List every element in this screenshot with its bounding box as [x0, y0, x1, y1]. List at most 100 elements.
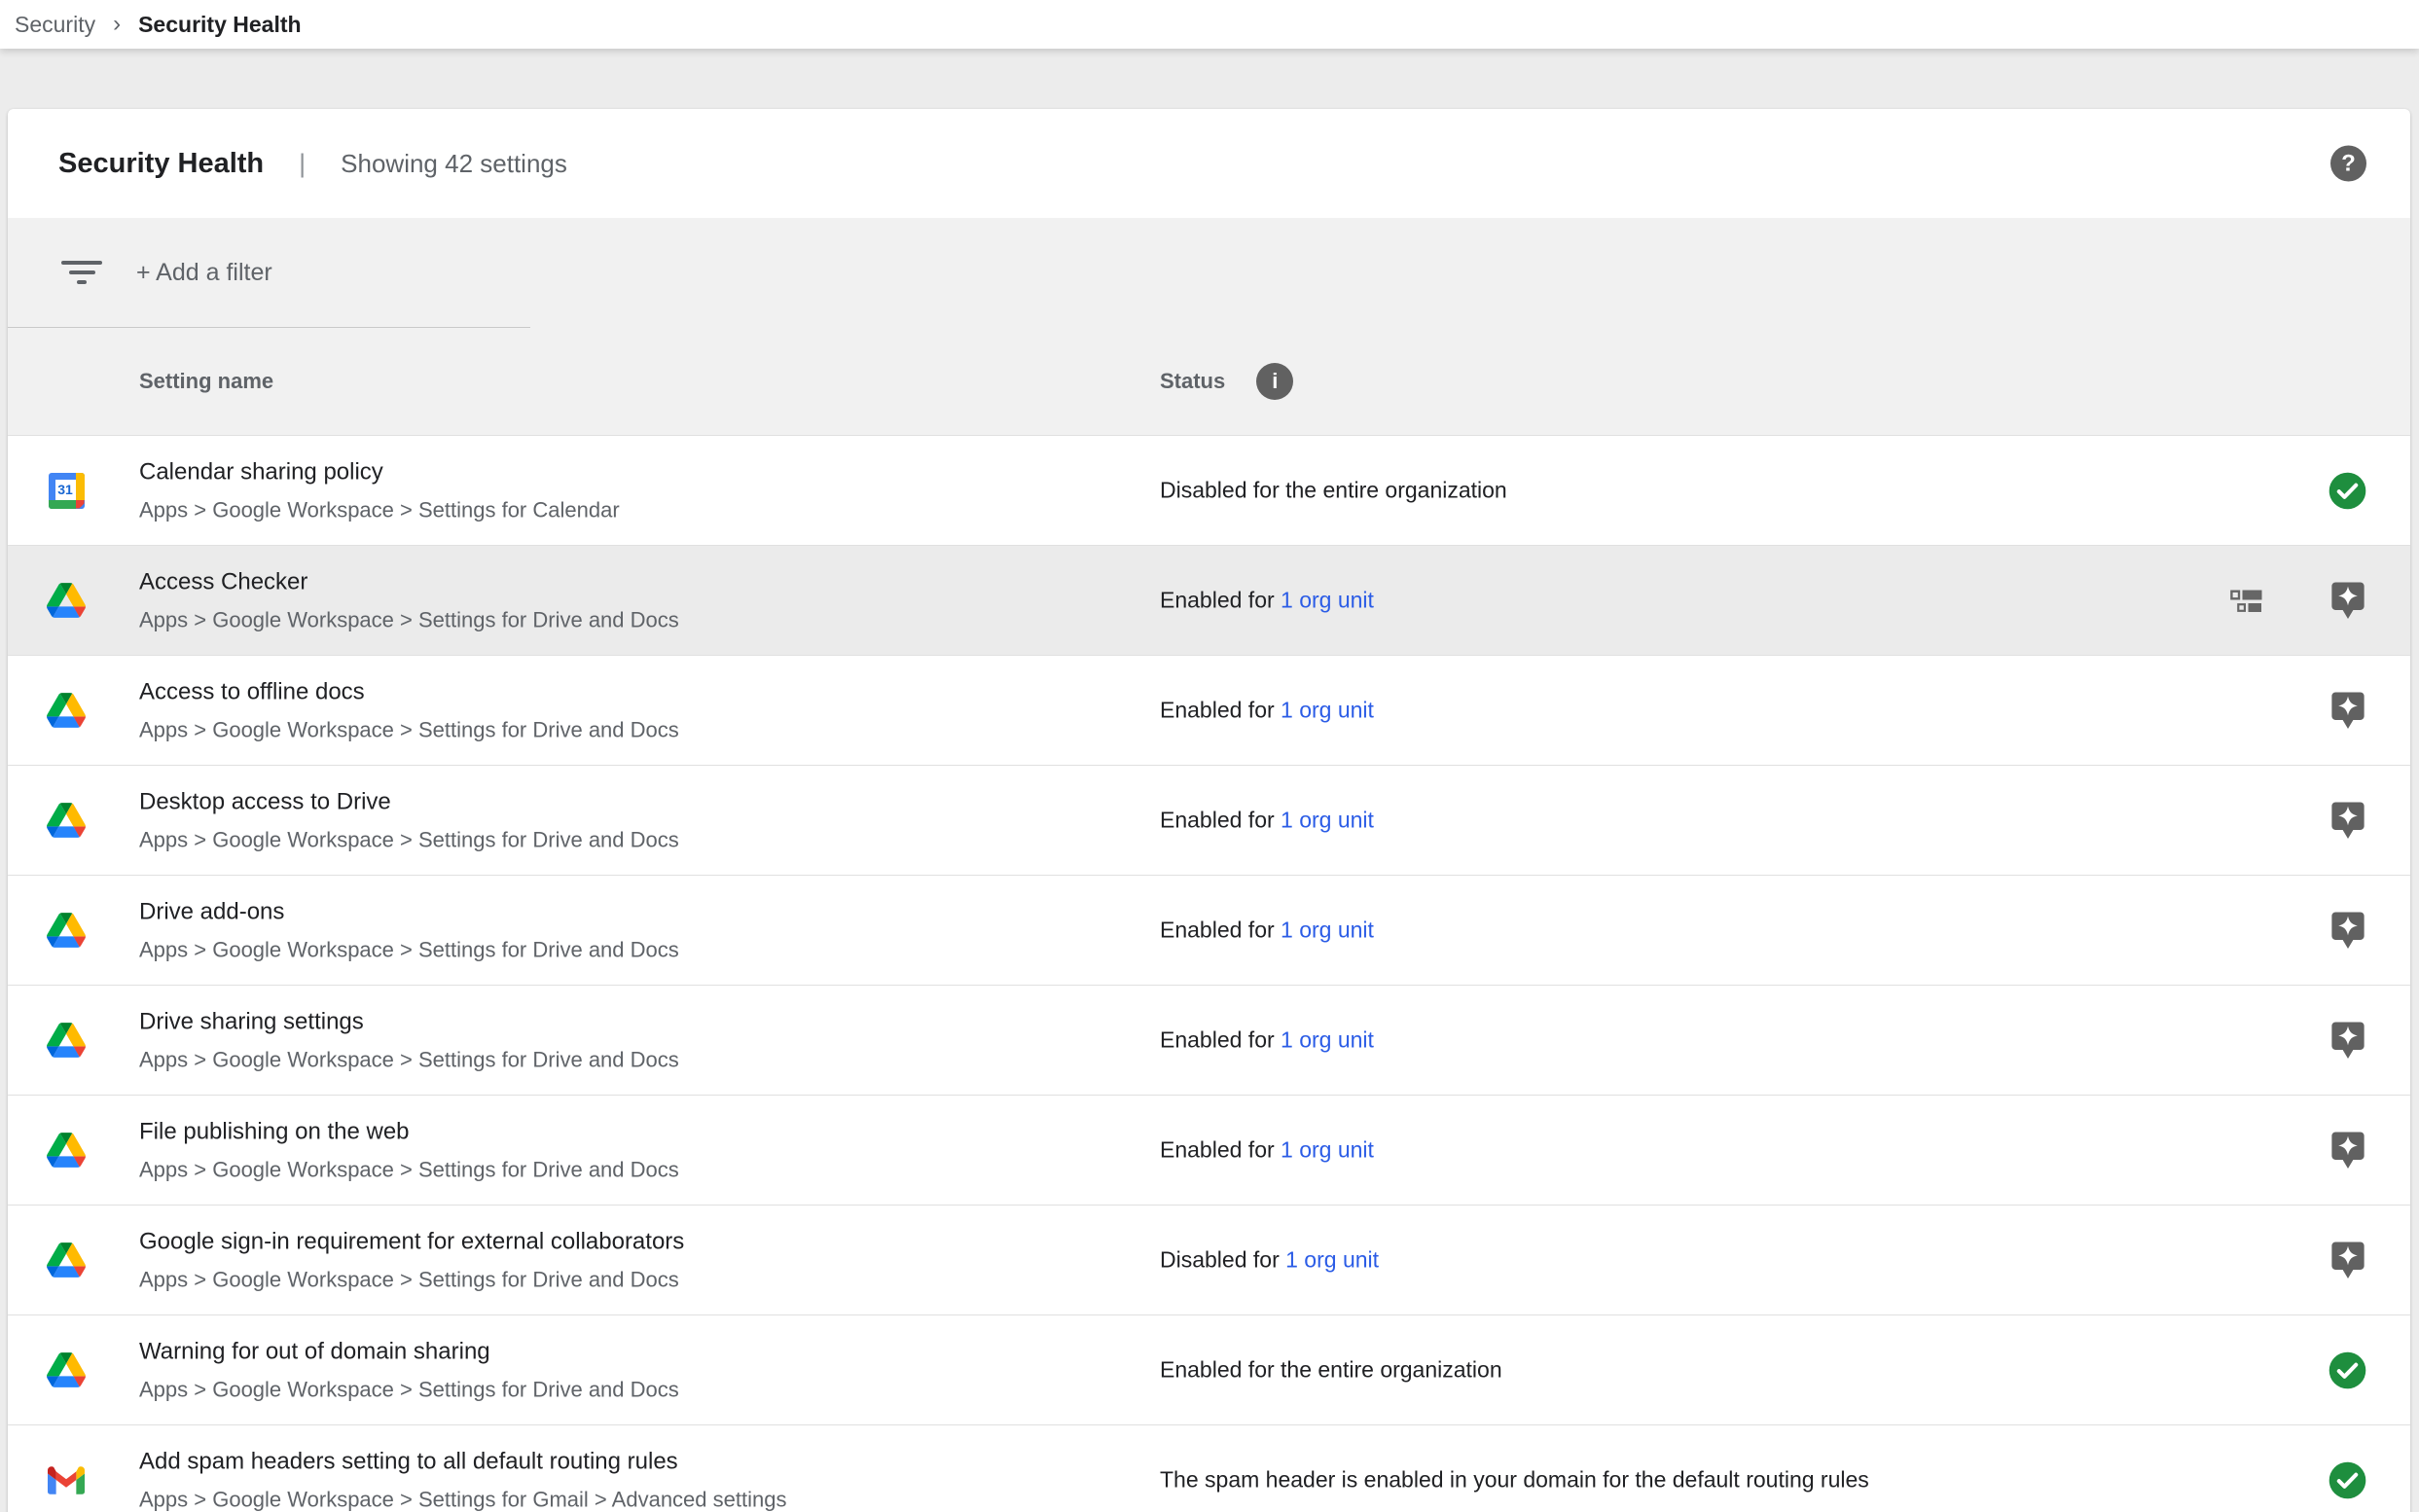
- table-row[interactable]: 31 Calendar sharing policy Apps > Google…: [8, 435, 2410, 545]
- setting-name: Add spam headers setting to all default …: [139, 1448, 786, 1477]
- status-cell: Disabled for 1 org unit: [1160, 1247, 1379, 1274]
- drive-icon: [47, 1352, 86, 1387]
- table-row[interactable]: 31 Add spam headers setting to all defau…: [8, 1424, 2410, 1512]
- settings-list: 31 Calendar sharing policy Apps > Google…: [8, 435, 2410, 1512]
- status-cell: Enabled for 1 org unit: [1160, 808, 1374, 834]
- breadcrumb-chevron-icon: ›: [113, 11, 121, 38]
- drive-icon: [47, 1023, 86, 1058]
- add-filter-button[interactable]: + Add a filter: [136, 259, 272, 287]
- status-text: Disabled for: [1160, 1247, 1285, 1273]
- org-unit-scope-icon: [2229, 588, 2262, 614]
- drive-icon: [47, 803, 86, 838]
- setting-name: Drive add-ons: [139, 898, 679, 927]
- column-setting-name: Setting name: [139, 369, 273, 394]
- org-unit-link[interactable]: 1 org unit: [1281, 808, 1374, 833]
- table-row[interactable]: 31 Drive add-ons Apps > Google Workspace…: [8, 875, 2410, 985]
- status-cell: Enabled for 1 org unit: [1160, 698, 1374, 724]
- app-icon: 31: [47, 801, 86, 840]
- table-row[interactable]: 31 Google sign-in requirement for extern…: [8, 1205, 2410, 1314]
- page-title: Security Health: [58, 148, 264, 180]
- status-cell: Enabled for the entire organization: [1160, 1357, 1502, 1384]
- setting-path: Apps > Google Workspace > Settings for D…: [139, 1268, 684, 1293]
- table-row[interactable]: 31 Drive sharing settings Apps > Google …: [8, 985, 2410, 1095]
- setting-path: Apps > Google Workspace > Settings for D…: [139, 938, 679, 963]
- status-cell: Enabled for 1 org unit: [1160, 918, 1374, 944]
- status-ok-icon: [2328, 469, 2367, 512]
- drive-icon: [47, 1133, 86, 1168]
- title-separator: |: [299, 149, 306, 179]
- table-row[interactable]: 31 Access Checker Apps > Google Workspac…: [8, 545, 2410, 655]
- filter-icon[interactable]: [61, 261, 102, 286]
- setting-name: Access to offline docs: [139, 678, 679, 707]
- org-unit-link[interactable]: 1 org unit: [1281, 1027, 1374, 1053]
- drive-icon: [47, 693, 86, 728]
- app-icon: 31: [47, 471, 86, 510]
- org-unit-link[interactable]: 1 org unit: [1285, 1247, 1379, 1273]
- org-unit-link[interactable]: 1 org unit: [1281, 588, 1374, 613]
- setting-name: Access Checker: [139, 568, 679, 597]
- table-row[interactable]: 31 Access to offline docs Apps > Google …: [8, 655, 2410, 765]
- drive-icon: [47, 1242, 86, 1278]
- status-text: Enabled for: [1160, 808, 1281, 833]
- recommendation-badge-icon[interactable]: [2328, 909, 2367, 952]
- help-icon[interactable]: ?: [2330, 146, 2366, 182]
- org-unit-link[interactable]: 1 org unit: [1281, 1137, 1374, 1163]
- app-icon: 31: [47, 581, 86, 620]
- setting-path: Apps > Google Workspace > Settings for D…: [139, 1158, 679, 1183]
- table-header: Setting name Status i: [8, 328, 2410, 435]
- setting-path: Apps > Google Workspace > Settings for D…: [139, 608, 679, 633]
- status-text: Enabled for: [1160, 918, 1281, 943]
- status-cell: The spam header is enabled in your domai…: [1160, 1467, 1869, 1494]
- status-text: Enabled for: [1160, 1137, 1281, 1163]
- setting-path: Apps > Google Workspace > Settings for D…: [139, 718, 679, 743]
- setting-path: Apps > Google Workspace > Settings for D…: [139, 1378, 679, 1403]
- recommendation-badge-icon[interactable]: [2328, 1129, 2367, 1171]
- status-cell: Enabled for 1 org unit: [1160, 1027, 1374, 1054]
- setting-path: Apps > Google Workspace > Settings for C…: [139, 498, 620, 523]
- app-icon: 31: [47, 1021, 86, 1060]
- drive-icon: [47, 913, 86, 948]
- breadcrumb-current: Security Health: [138, 12, 301, 38]
- setting-name: File publishing on the web: [139, 1118, 679, 1147]
- org-unit-link[interactable]: 1 org unit: [1281, 698, 1374, 723]
- app-icon: 31: [47, 691, 86, 730]
- setting-name: Warning for out of domain sharing: [139, 1338, 679, 1367]
- table-row[interactable]: 31 File publishing on the web Apps > Goo…: [8, 1095, 2410, 1205]
- security-health-card: Security Health | Showing 42 settings ? …: [8, 109, 2410, 1512]
- table-row[interactable]: 31 Warning for out of domain sharing App…: [8, 1314, 2410, 1424]
- app-icon: 31: [47, 1241, 86, 1279]
- gmail-icon: [48, 1466, 85, 1494]
- info-icon[interactable]: i: [1256, 363, 1293, 400]
- breadcrumb-parent[interactable]: Security: [15, 12, 95, 38]
- recommendation-badge-icon[interactable]: [2328, 1019, 2367, 1062]
- status-cell: Enabled for 1 org unit: [1160, 588, 1374, 614]
- setting-path: Apps > Google Workspace > Settings for D…: [139, 828, 679, 853]
- app-icon: 31: [47, 1131, 86, 1170]
- drive-icon: [47, 583, 86, 618]
- setting-name: Desktop access to Drive: [139, 788, 679, 817]
- setting-name: Google sign-in requirement for external …: [139, 1228, 684, 1257]
- recommendation-badge-icon[interactable]: [2328, 579, 2367, 622]
- breadcrumb: Security › Security Health: [0, 0, 2419, 49]
- column-status-label: Status: [1160, 369, 1225, 394]
- recommendation-badge-icon[interactable]: [2328, 689, 2367, 732]
- status-cell: Disabled for the entire organization: [1160, 478, 1507, 504]
- setting-name: Calendar sharing policy: [139, 458, 620, 487]
- org-unit-link[interactable]: 1 org unit: [1281, 918, 1374, 943]
- status-text: Disabled for the entire organization: [1160, 478, 1507, 503]
- filter-bar: + Add a filter: [8, 218, 2410, 328]
- status-text: Enabled for: [1160, 698, 1281, 723]
- recommendation-badge-icon[interactable]: [2328, 799, 2367, 842]
- status-text: Enabled for: [1160, 588, 1281, 613]
- calendar-icon: 31: [49, 473, 85, 509]
- table-row[interactable]: 31 Desktop access to Drive Apps > Google…: [8, 765, 2410, 875]
- status-text: The spam header is enabled in your domai…: [1160, 1467, 1869, 1493]
- app-icon: 31: [47, 1460, 86, 1499]
- recommendation-badge-icon[interactable]: [2328, 1239, 2367, 1281]
- setting-path: Apps > Google Workspace > Settings for D…: [139, 1048, 679, 1073]
- column-status: Status i: [1160, 363, 1293, 400]
- status-text: Enabled for: [1160, 1027, 1281, 1053]
- setting-name: Drive sharing settings: [139, 1008, 679, 1037]
- card-header: Security Health | Showing 42 settings ?: [8, 109, 2410, 218]
- app-icon: 31: [47, 1350, 86, 1389]
